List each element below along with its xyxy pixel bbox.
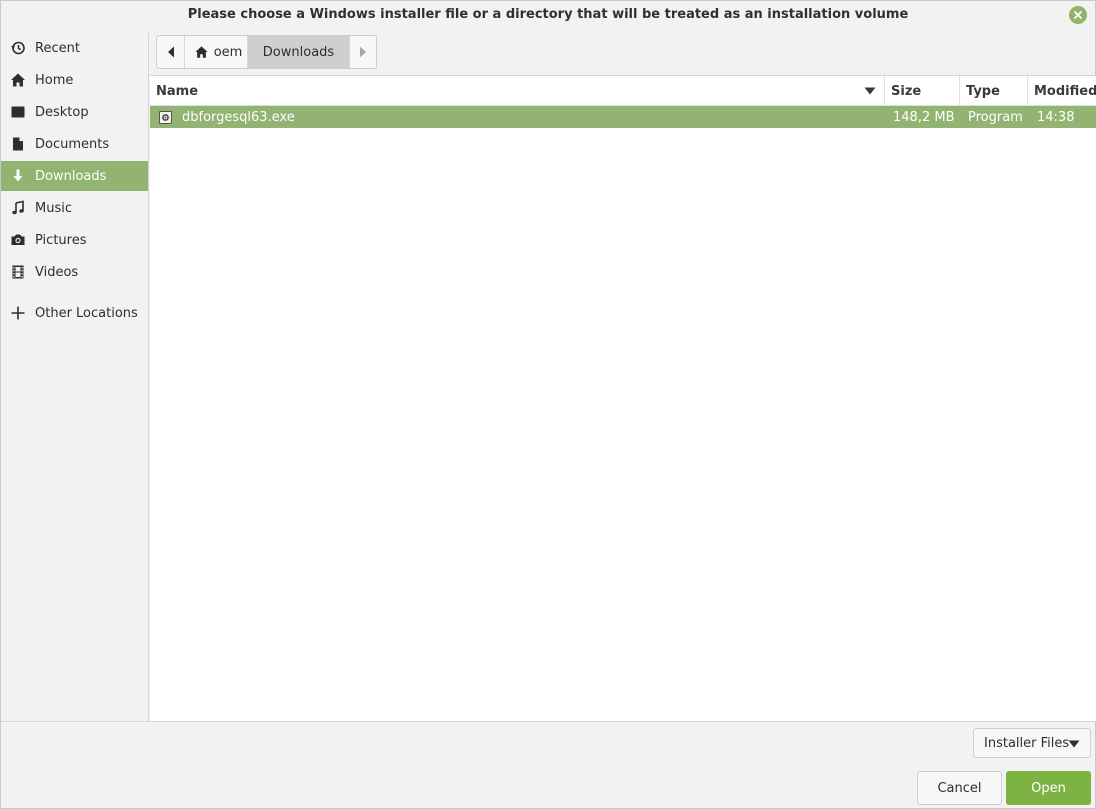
sidebar-item-videos[interactable]: Videos [1, 257, 148, 287]
column-header: Name Size Type Modified [150, 76, 1096, 106]
column-modified-header[interactable]: Modified [1028, 76, 1096, 106]
home-icon [10, 72, 26, 88]
close-icon [1074, 11, 1082, 19]
camera-icon [10, 232, 26, 248]
sidebar-item-pictures[interactable]: Pictures [1, 225, 148, 255]
file-modified: 14:38 [1037, 109, 1075, 125]
path-current-button[interactable]: Downloads [248, 36, 350, 68]
sidebar-item-label: Pictures [35, 232, 87, 248]
sidebar-item-label: Desktop [35, 104, 89, 120]
path-home-button[interactable]: oem [185, 36, 248, 68]
file-name: dbforgesql63.exe [182, 109, 295, 125]
download-icon [10, 168, 26, 184]
film-icon [10, 264, 26, 280]
dialog-title: Please choose a Windows installer file o… [187, 7, 909, 22]
path-bar: oem Downloads [156, 35, 377, 69]
close-button[interactable] [1069, 6, 1087, 24]
document-icon [10, 136, 26, 152]
open-button[interactable]: Open [1006, 771, 1091, 805]
title-bar[interactable]: Please choose a Windows installer file o… [1, 1, 1095, 29]
column-size-header[interactable]: Size [885, 76, 960, 106]
file-row[interactable]: dbforgesql63.exe 148,2 MB Program 14:38 [150, 106, 1096, 128]
column-size-label: Size [891, 83, 922, 99]
music-icon [10, 200, 26, 216]
sidebar-item-label: Music [35, 200, 72, 216]
sidebar-item-label: Downloads [35, 168, 107, 184]
column-type-header[interactable]: Type [960, 76, 1028, 106]
sidebar-item-home[interactable]: Home [1, 65, 148, 95]
sidebar-item-documents[interactable]: Documents [1, 129, 148, 159]
dialog-footer: Installer Files Cancel Open [1, 721, 1095, 808]
filter-label: Installer Files [984, 735, 1070, 751]
file-type-filter-dropdown[interactable]: Installer Files [973, 728, 1091, 758]
sidebar-item-label: Recent [35, 40, 80, 56]
sort-descending-icon [864, 87, 876, 95]
sidebar-item-music[interactable]: Music [1, 193, 148, 223]
chevron-right-icon [360, 46, 366, 58]
plus-icon [10, 305, 26, 321]
column-name-label: Name [156, 83, 199, 99]
sidebar-item-other-locations[interactable]: Other Locations [1, 298, 148, 328]
home-icon [195, 46, 208, 58]
path-home-label: oem [213, 44, 243, 60]
path-current-label: Downloads [262, 44, 335, 60]
sidebar-item-desktop[interactable]: Desktop [1, 97, 148, 127]
sidebar-item-label: Other Locations [35, 305, 138, 321]
cancel-button[interactable]: Cancel [917, 771, 1002, 805]
chevron-down-icon [1068, 740, 1080, 748]
path-back-button[interactable] [157, 36, 185, 68]
sidebar-item-label: Documents [35, 136, 110, 152]
recent-icon [10, 40, 26, 56]
file-size: 148,2 MB [893, 109, 955, 125]
executable-icon [159, 106, 173, 128]
sidebar-separator [1, 290, 148, 291]
column-type-label: Type [966, 83, 1000, 99]
places-sidebar: Recent Home Desktop Documents Downloads [1, 33, 149, 721]
column-modified-label: Modified [1034, 83, 1096, 99]
sidebar-item-label: Videos [35, 264, 79, 280]
sidebar-item-downloads[interactable]: Downloads [1, 161, 148, 191]
sidebar-item-recent[interactable]: Recent [1, 33, 148, 63]
desktop-icon [10, 104, 26, 120]
file-type: Program [968, 109, 1023, 125]
chevron-left-icon [167, 46, 174, 58]
file-list: Name Size Type Modified dbforgesql63.exe… [150, 75, 1096, 721]
path-forward-button[interactable] [350, 36, 376, 68]
column-name-header[interactable]: Name [150, 76, 885, 106]
sidebar-item-label: Home [35, 72, 74, 88]
file-chooser-dialog: Please choose a Windows installer file o… [0, 0, 1096, 809]
